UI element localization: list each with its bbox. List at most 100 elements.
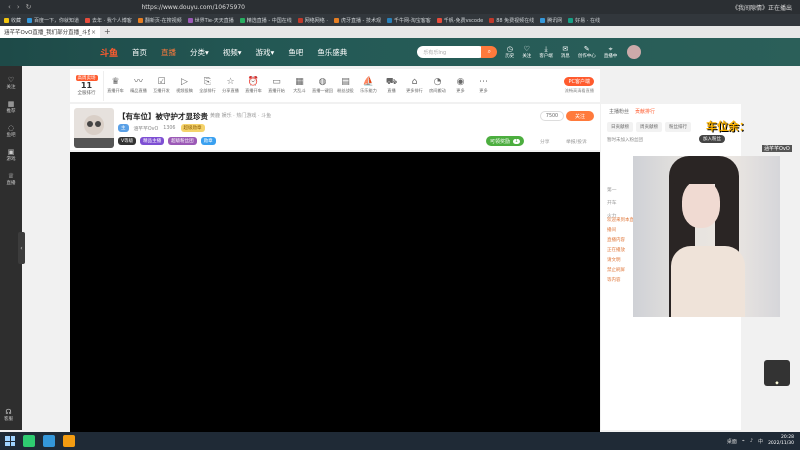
app-icon[interactable] xyxy=(23,435,35,447)
sidebar-collapse-handle[interactable]: ‹ xyxy=(18,232,25,264)
tool-item[interactable]: ☑ 互播开发 xyxy=(150,77,173,94)
new-tab-icon[interactable]: + xyxy=(104,26,111,38)
bookmark[interactable]: 好易 · 在线 xyxy=(568,17,600,24)
tool-item[interactable]: ▤ 粉丝战役 xyxy=(334,77,357,94)
search-icon[interactable]: ⌕ xyxy=(481,46,498,58)
car-icon: ⛟ xyxy=(385,77,398,87)
pc-client-button[interactable]: PC客户端 xyxy=(564,77,594,86)
bookmark[interactable]: 翻新页-在搜视频 xyxy=(137,17,182,24)
volume-icon[interactable]: ♪ xyxy=(750,438,753,444)
tool-item[interactable]: ⏰ 直播开车 xyxy=(242,77,265,94)
bookmark[interactable]: 88 免费视频在线 xyxy=(489,17,534,24)
download-icon: ⤓ xyxy=(544,45,548,53)
nav-live[interactable]: 直播 xyxy=(161,47,176,58)
bookmark[interactable]: 百度一下，你就知道 xyxy=(27,17,79,24)
bookmark[interactable]: 虎牙直播 - 技术观 xyxy=(333,17,381,24)
report-button[interactable]: 举报/投诉 xyxy=(566,138,587,145)
sidebar-item-yuba[interactable]: ◌ 鱼吧 xyxy=(0,124,22,138)
tool-item[interactable]: ◍ 直播一键回 xyxy=(311,77,334,94)
nav-home[interactable]: 首页 xyxy=(132,47,147,58)
tool-item[interactable]: ⌂ 更多排行 xyxy=(403,77,426,94)
sidebar-item-follow[interactable]: ♡ 关注 xyxy=(0,76,22,90)
bookmark[interactable]: 千牛网-淘宝客客 xyxy=(386,17,431,24)
tab-fans[interactable]: 主播粉丝 xyxy=(609,108,629,115)
tool-item[interactable]: ▭ 直播开始 xyxy=(265,77,288,94)
share-button[interactable]: 分享 xyxy=(540,138,550,145)
site-logo[interactable]: 斗鱼 xyxy=(100,46,118,59)
subtab-fans[interactable]: 粉丝排行 xyxy=(665,122,691,132)
bell-icon: ✉ xyxy=(562,45,569,53)
clock[interactable]: 20:28 2022/11/30 xyxy=(768,435,794,447)
search-input[interactable]: 乐有乐Ing xyxy=(417,46,486,58)
refresh-icon[interactable]: ↻ xyxy=(26,3,32,11)
tool-item[interactable]: ◔ 房间搬动 xyxy=(426,77,449,94)
webcam-overlay xyxy=(633,156,780,317)
url-field[interactable]: https://www.douyu.com/10675970 xyxy=(142,4,246,11)
close-tab-icon[interactable]: × xyxy=(91,29,96,36)
address-bar: ‹ › ↻ https://www.douyu.com/10675970 《我间… xyxy=(0,0,800,14)
bookmark[interactable]: 网络网络 · xyxy=(297,17,328,24)
bookmark[interactable]: 腾讯网 xyxy=(540,17,562,24)
rank-widget[interactable]: 高周卖场 11 全服排行 xyxy=(70,70,104,101)
tool-item[interactable]: ▦ 大乱斗 xyxy=(288,77,311,94)
tab-contribution[interactable]: 贡献排行 xyxy=(635,108,655,115)
tool-item[interactable]: ◉ 更多 xyxy=(449,77,472,94)
tool-item[interactable]: 〰精品直播 xyxy=(127,77,150,94)
room-category[interactable]: 黄鹿 娱乐 · 热门游戏 · 斗鱼 xyxy=(210,112,271,119)
bookmark[interactable]: 去年 · 我个人博客 xyxy=(85,17,132,24)
tool-item[interactable]: ⎘ 全部排行 xyxy=(196,77,219,94)
nav-game[interactable]: 游戏▾ xyxy=(256,47,275,58)
subtab-day[interactable]: 日贡献榜 xyxy=(607,122,633,132)
nav-category[interactable]: 分类▾ xyxy=(190,47,209,58)
bookmark[interactable]: 世界Tie-天天直播 xyxy=(187,17,234,24)
tool-item[interactable]: ▷ 视频投稿 xyxy=(173,77,196,94)
join-fans-button[interactable]: 加入粉丝 xyxy=(699,135,725,143)
floating-event-badge[interactable]: ◆ xyxy=(764,360,790,386)
user-avatar[interactable] xyxy=(627,45,642,59)
network-icon[interactable]: ⌁ xyxy=(742,438,745,444)
browser-tab-active[interactable]: 涵芊芊OvO直播_我们部分直播_斗鱼 × xyxy=(0,26,100,38)
subtab-week[interactable]: 周贡献榜 xyxy=(636,122,662,132)
bookmark[interactable]: 千帆-免费vscode xyxy=(436,17,483,24)
live-button[interactable]: ⌖ 直播中 xyxy=(604,45,618,59)
anchor-avatar[interactable] xyxy=(74,108,114,148)
ime-icon[interactable]: 中 xyxy=(758,438,763,445)
creator-button[interactable]: ✎ 创作中心 xyxy=(578,45,596,59)
forward-icon[interactable]: › xyxy=(17,3,20,11)
back-icon[interactable]: ‹ xyxy=(8,3,11,11)
message-button[interactable]: ✉ 消息 xyxy=(561,45,570,59)
browser-taskbar-icon[interactable] xyxy=(63,435,75,447)
more-icon: ⋯ xyxy=(479,77,488,87)
tool-item[interactable]: ♛ 直播开车 xyxy=(104,77,127,94)
tool-item[interactable]: ⛵ 乐乐能力 xyxy=(357,77,380,94)
reward-button[interactable]: 可领奖励 1 xyxy=(486,136,524,146)
follow-button[interactable]: 关注 xyxy=(566,111,594,121)
bookmark[interactable]: 收藏 xyxy=(4,17,21,24)
fire-icon: ◍ xyxy=(318,77,327,87)
bookmark[interactable]: 精选直播 - 中国在线 xyxy=(239,17,292,24)
windows-start-icon[interactable] xyxy=(5,436,15,446)
nav-gala[interactable]: 鱼乐盛典 xyxy=(317,47,347,58)
shop-icon: ⌂ xyxy=(411,77,418,87)
sidebar-item-service[interactable]: ☊ 客服 xyxy=(4,408,13,422)
history-button[interactable]: ◷ 历史 xyxy=(505,45,514,59)
app-icon[interactable] xyxy=(43,435,55,447)
anchor-row: 主 涵芊芊OvO 1306 超级勋章 xyxy=(118,124,205,132)
tool-item[interactable]: ⛟ 直播 xyxy=(380,77,403,94)
video-player[interactable] xyxy=(70,152,600,432)
anchor-name[interactable]: 涵芊芊OvO xyxy=(134,125,159,132)
desktop-label[interactable]: 桌面 xyxy=(727,438,737,445)
sidebar-item-recommend[interactable]: ▦ 推荐 xyxy=(0,100,22,114)
gamepad-icon: ▣ xyxy=(7,148,15,156)
play-icon: ▷ xyxy=(181,77,188,87)
nav-yuba[interactable]: 鱼吧 xyxy=(288,47,303,58)
sidebar-item-game[interactable]: ▣ 游戏 xyxy=(0,148,22,162)
client-button[interactable]: ⤓ 客户端 xyxy=(539,45,553,59)
tool-item[interactable]: ☆ 分享直播 xyxy=(219,77,242,94)
follow-button[interactable]: ♡ 关注 xyxy=(522,45,531,59)
sidebar-item-live[interactable]: ♕ 直播 xyxy=(0,172,22,186)
more-tools[interactable]: ⋯ 更多 xyxy=(472,77,495,94)
nav-video[interactable]: 视频▾ xyxy=(223,47,242,58)
boat-icon: ⛵ xyxy=(362,77,375,87)
rank-tabs: 主播粉丝 贡献排行 xyxy=(601,108,741,115)
